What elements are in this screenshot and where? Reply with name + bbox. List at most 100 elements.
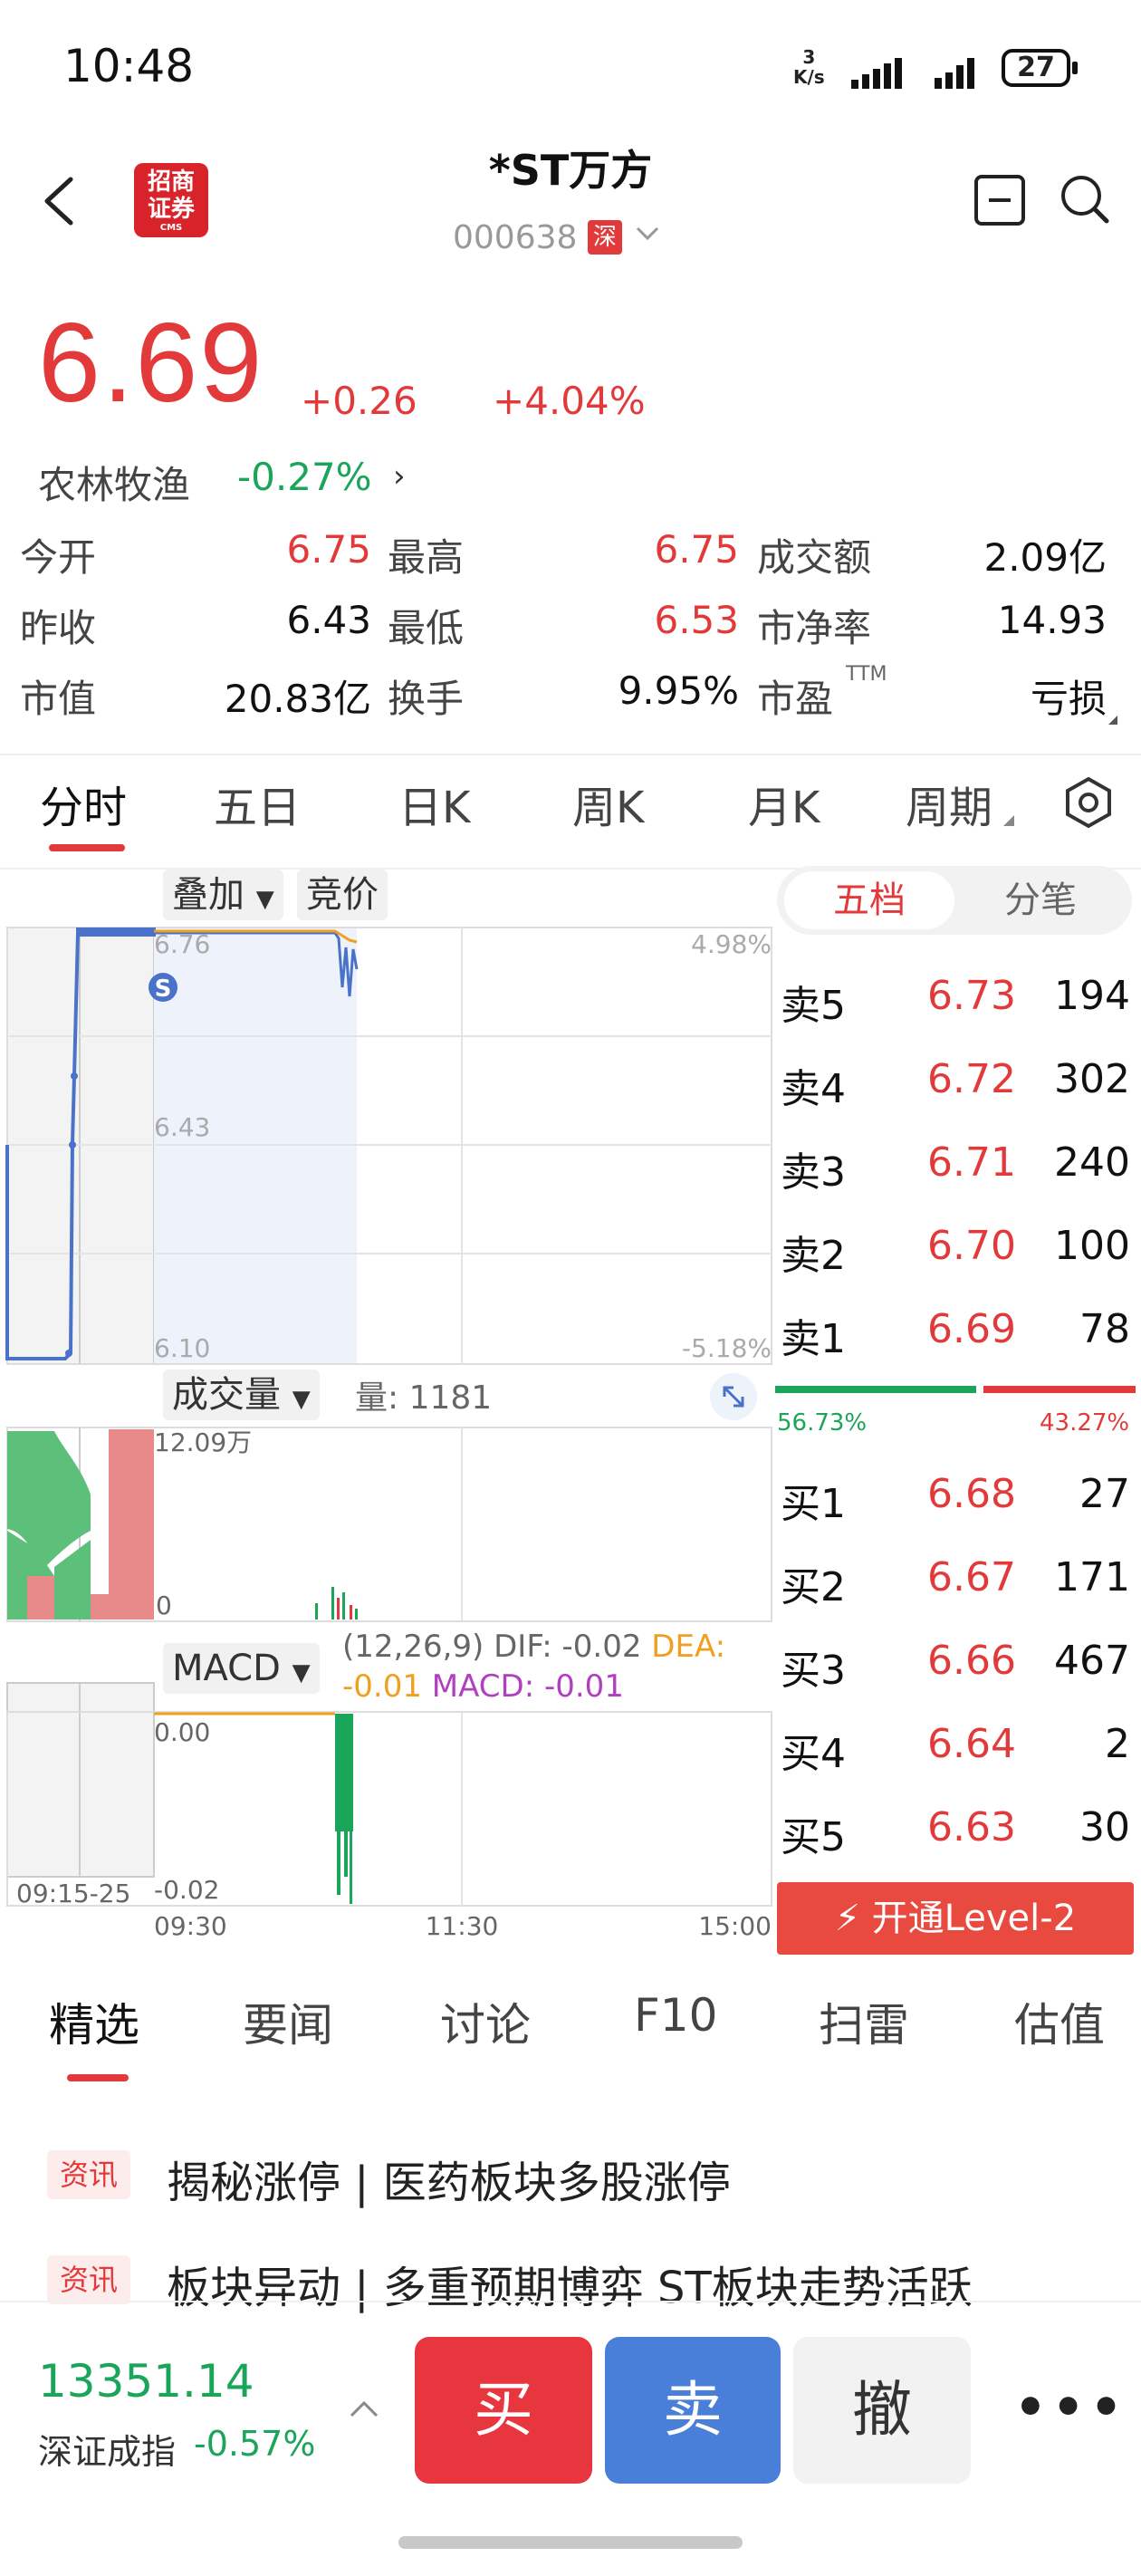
- order-price: 6.68: [927, 1471, 1016, 1517]
- order-volume: 30: [1079, 1804, 1130, 1850]
- auction-point: [65, 1350, 72, 1357]
- news-tab[interactable]: 扫雷: [819, 1989, 909, 2054]
- stat-value: 20.83亿: [224, 677, 371, 721]
- news-tab[interactable]: 要闻: [243, 1989, 333, 2054]
- sell-button[interactable]: 卖: [605, 2337, 781, 2484]
- bid-row[interactable]: 买3 6.66 467: [781, 1638, 1134, 1701]
- bid-row[interactable]: 买4 6.64 2: [781, 1721, 1134, 1784]
- signal-icon: [851, 56, 909, 89]
- stat-value: 6.43: [286, 598, 371, 642]
- cancel-order-button[interactable]: 撤: [793, 2337, 971, 2484]
- stat-value: 2.09亿: [983, 535, 1107, 580]
- time-end-label: 15:00: [698, 1911, 772, 1938]
- settings-icon[interactable]: [1061, 775, 1116, 830]
- dropdown-corner-icon: [1003, 815, 1014, 826]
- news-title[interactable]: 揭秘涨停 | 医药板块多股涨停: [167, 2147, 731, 2210]
- lightning-icon: ⚡: [834, 1898, 860, 1939]
- chart-tab[interactable]: 日K: [398, 772, 470, 835]
- order-price: 6.73: [927, 973, 1016, 1019]
- intraday-volume-bars: [315, 1587, 358, 1620]
- divider: [0, 754, 1141, 755]
- news-tab[interactable]: 精选: [49, 1989, 139, 2054]
- tab-five-levels[interactable]: 五档: [784, 871, 954, 929]
- expand-chart-icon[interactable]: [710, 1373, 757, 1420]
- overlay-dropdown[interactable]: 叠加 ▼: [163, 870, 283, 920]
- order-volume: 302: [1054, 1056, 1130, 1102]
- chevron-up-icon[interactable]: [346, 2386, 382, 2430]
- pct-low-label: -5.18%: [682, 1333, 772, 1363]
- ask-row[interactable]: 卖2 6.70 100: [781, 1223, 1134, 1286]
- stat-value: 6.75: [286, 527, 371, 572]
- time-start-label: 09:30: [154, 1911, 227, 1938]
- index-value[interactable]: 13351.14: [38, 2355, 254, 2408]
- order-volume: 78: [1079, 1306, 1130, 1352]
- level2-label: 开通Level-2: [871, 1898, 1077, 1939]
- bid-row[interactable]: 买2 6.67 171: [781, 1554, 1134, 1618]
- chart-tab[interactable]: 五日: [214, 772, 301, 835]
- buy-ratio: 56.73%: [777, 1409, 868, 1437]
- sector-name[interactable]: 农林牧渔: [38, 455, 190, 510]
- order-level-label: 卖3: [781, 1149, 846, 1196]
- order-price: 6.67: [927, 1554, 1016, 1600]
- stat-label: 成交额: [757, 535, 872, 580]
- stat-label: 昨收: [20, 606, 97, 650]
- broker-logo: 招商 证券 CMS: [134, 163, 208, 237]
- expand-corner-icon[interactable]: [1108, 716, 1117, 725]
- order-price: 6.70: [927, 1223, 1016, 1269]
- news-tab[interactable]: 讨论: [440, 1989, 531, 2054]
- ask-row[interactable]: 卖3 6.71 240: [781, 1139, 1134, 1203]
- chevron-down-icon: [637, 226, 659, 241]
- back-button[interactable]: [36, 165, 91, 237]
- sector-change[interactable]: -0.27%: [237, 455, 372, 499]
- order-price: 6.63: [927, 1804, 1016, 1850]
- buy-button[interactable]: 买: [415, 2337, 592, 2484]
- market-badge: 深: [587, 220, 622, 255]
- chart-tab[interactable]: 周K: [572, 772, 644, 835]
- chart-tab[interactable]: 周期: [906, 772, 992, 835]
- stat-label: 市值: [20, 677, 97, 721]
- chart-tab[interactable]: 月K: [748, 772, 820, 835]
- time-mid-label: 11:30: [426, 1911, 499, 1938]
- tab-ticks[interactable]: 分笔: [954, 871, 1127, 929]
- news-tab[interactable]: 估值: [1014, 1989, 1105, 2054]
- open-level2-button[interactable]: ⚡ 开通Level-2: [777, 1882, 1134, 1955]
- order-level-label: 买4: [781, 1731, 846, 1777]
- order-price: 6.72: [927, 1056, 1016, 1102]
- order-price: 6.71: [927, 1139, 1016, 1186]
- stat-label: 最低: [388, 606, 465, 650]
- signal-icon-2: [935, 56, 985, 89]
- bid-row[interactable]: 买5 6.63 30: [781, 1804, 1134, 1868]
- buy-ratio-bar: [775, 1386, 976, 1393]
- home-indicator[interactable]: [398, 2536, 743, 2549]
- ask-row[interactable]: 卖4 6.72 302: [781, 1056, 1134, 1120]
- divider: [0, 2301, 1141, 2302]
- ask-row[interactable]: 卖1 6.69 78: [781, 1306, 1134, 1370]
- chart-tab[interactable]: 分时: [40, 772, 127, 835]
- stat-label: 市盈: [757, 677, 834, 721]
- more-icon[interactable]: •••: [1014, 2379, 1127, 2437]
- auction-point: [71, 1072, 78, 1080]
- chevron-right-icon[interactable]: ›: [393, 458, 406, 495]
- search-icon[interactable]: [1058, 172, 1112, 226]
- index-name[interactable]: 深证成指: [38, 2424, 176, 2474]
- price-low-label: 6.10: [154, 1333, 210, 1363]
- order-volume: 100: [1054, 1223, 1130, 1269]
- news-tab[interactable]: F10: [634, 1989, 717, 2042]
- macd-dea-label: DEA:: [651, 1629, 726, 1665]
- order-level-label: 买5: [781, 1814, 846, 1860]
- ask-row[interactable]: 卖5 6.73 194: [781, 973, 1134, 1036]
- overlay-label: 叠加: [172, 874, 244, 916]
- auction-toggle[interactable]: 竞价: [297, 870, 388, 920]
- news-tag: 资讯: [47, 2255, 130, 2304]
- macd-indicator-label: MACD: [172, 1648, 281, 1689]
- auction-time-label: 09:15-25: [16, 1879, 130, 1908]
- stock-code-selector[interactable]: 000638 深: [453, 219, 688, 256]
- macd-bottom-label: -0.02: [154, 1875, 219, 1905]
- remove-watchlist-icon[interactable]: [974, 175, 1025, 226]
- bid-row[interactable]: 买1 6.68 27: [781, 1471, 1134, 1534]
- news-title[interactable]: 板块异动 | 多重预期博弈 ST板块走势活跃: [167, 2252, 973, 2315]
- index-change[interactable]: -0.57%: [194, 2424, 315, 2464]
- macd-dropdown[interactable]: MACD ▼: [163, 1643, 320, 1694]
- volume-dropdown[interactable]: 成交量 ▼: [163, 1370, 320, 1420]
- s-marker-label: S: [155, 976, 172, 1003]
